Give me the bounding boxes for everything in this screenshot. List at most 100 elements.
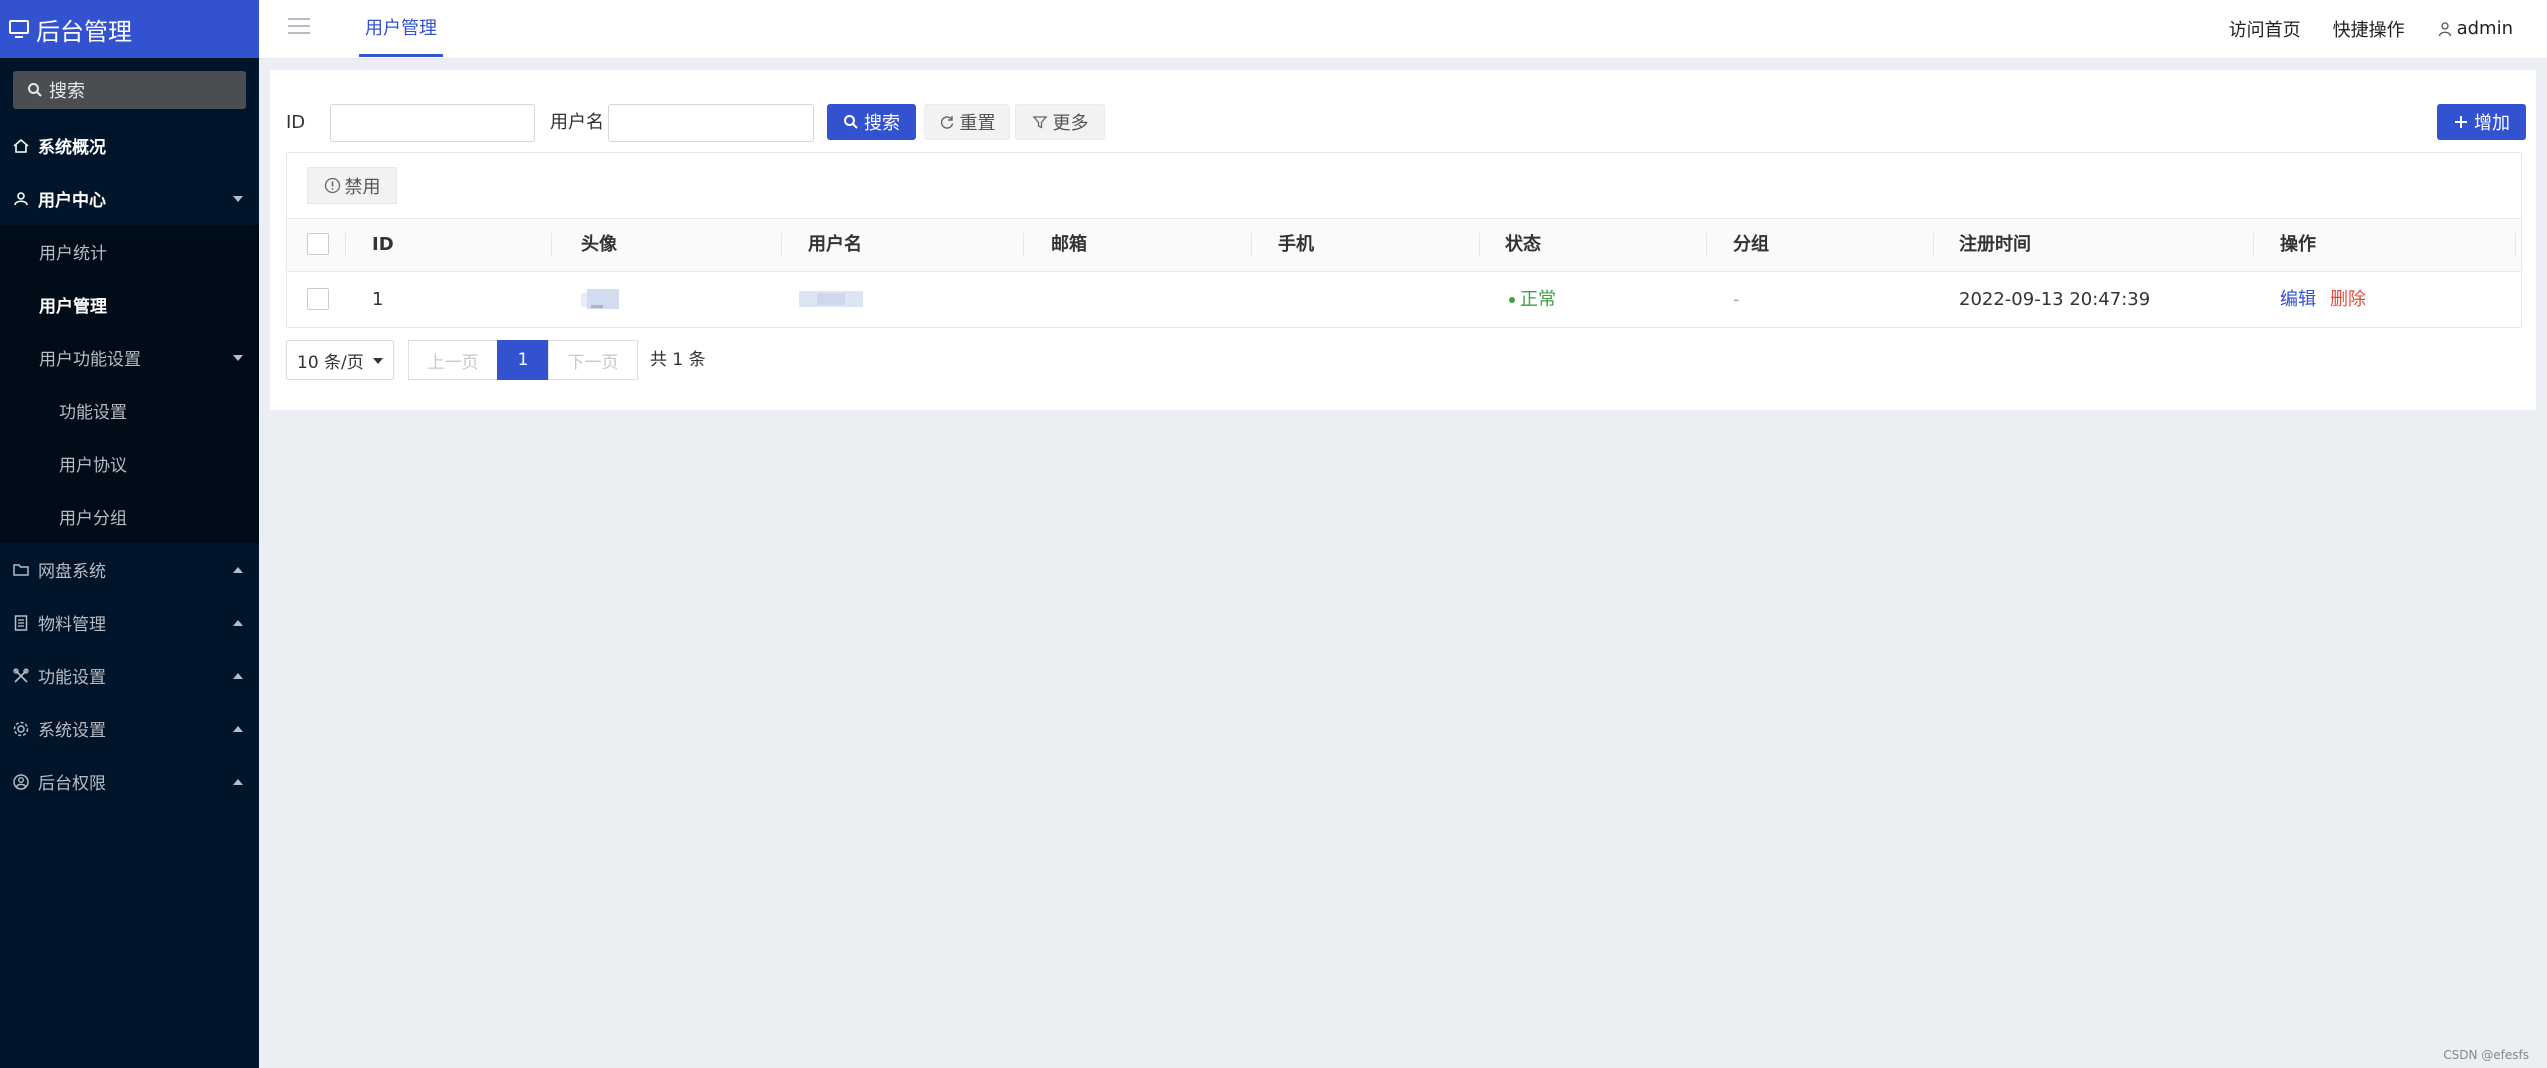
sidebar-item-system-settings[interactable]: 系统设置 bbox=[0, 702, 259, 755]
cell-group: - bbox=[1733, 289, 1740, 310]
chevron-up-icon bbox=[233, 566, 243, 573]
column-header-username: 用户名 bbox=[808, 234, 862, 255]
cell-username-redacted bbox=[799, 291, 863, 307]
refresh-icon bbox=[940, 116, 953, 129]
brand-title: 后台管理 bbox=[36, 17, 132, 46]
row-checkbox[interactable] bbox=[307, 288, 329, 310]
sidebar-search[interactable]: 搜索 bbox=[13, 71, 246, 109]
user-circle-icon bbox=[13, 773, 29, 790]
user-menu[interactable]: admin bbox=[2437, 18, 2513, 39]
column-header-id[interactable]: ID bbox=[372, 219, 394, 271]
sidebar-item-label: 系统概况 bbox=[38, 138, 106, 158]
edit-link[interactable]: 编辑 bbox=[2280, 289, 2316, 310]
search-button-label: 搜索 bbox=[864, 113, 900, 134]
search-icon bbox=[844, 115, 858, 129]
sidebar-search-label: 搜索 bbox=[49, 81, 85, 102]
column-header-avatar: 头像 bbox=[581, 234, 617, 255]
sidebar-item-func-settings[interactable]: 功能设置 bbox=[0, 384, 259, 437]
sidebar-item-label: 网盘系统 bbox=[38, 562, 106, 582]
sidebar-item-user-center[interactable]: 用户中心 bbox=[0, 172, 259, 225]
add-button[interactable]: 增加 bbox=[2437, 104, 2526, 140]
search-button[interactable]: 搜索 bbox=[827, 104, 916, 140]
sidebar: 后台管理 搜索 系统概况 用户中心 用户统计 用户管理 用户功能设置 功能设置 … bbox=[0, 0, 259, 1068]
column-header-status: 状态 bbox=[1505, 234, 1541, 255]
ban-button-label: 禁用 bbox=[344, 176, 381, 198]
column-header-group: 分组 bbox=[1733, 234, 1769, 255]
more-button-label: 更多 bbox=[1052, 113, 1089, 134]
gear-icon bbox=[13, 721, 29, 736]
sidebar-item-admin-permissions[interactable]: 后台权限 bbox=[0, 755, 259, 808]
sidebar-item-user-func-settings[interactable]: 用户功能设置 bbox=[0, 331, 259, 384]
id-filter-label: ID bbox=[286, 112, 306, 133]
chevron-up-icon bbox=[233, 778, 243, 785]
username: admin bbox=[2456, 18, 2513, 39]
page-1-button[interactable]: 1 bbox=[497, 340, 549, 380]
tab-user-management[interactable]: 用户管理 bbox=[359, 0, 443, 57]
visit-home-link[interactable]: 访问首页 bbox=[2229, 16, 2301, 42]
total-count: 共 1 条 bbox=[650, 350, 706, 370]
chevron-down-icon bbox=[233, 354, 243, 361]
table-header: ID 头像 用户名 邮箱 手机 状态 分组 注册时间 操作 bbox=[287, 218, 2521, 272]
sidebar-item-user-group[interactable]: 用户分组 bbox=[0, 490, 259, 543]
sidebar-item-label: 后台权限 bbox=[38, 774, 106, 794]
plus-icon bbox=[2455, 116, 2467, 128]
add-button-label: 增加 bbox=[2474, 113, 2510, 134]
user-icon bbox=[2438, 21, 2451, 36]
select-all-checkbox[interactable] bbox=[307, 233, 329, 255]
topbar: 用户管理 访问首页 快捷操作 admin bbox=[259, 0, 2547, 59]
folder-icon bbox=[13, 563, 29, 576]
sidebar-item-user-stats[interactable]: 用户统计 bbox=[0, 225, 259, 278]
filter-icon bbox=[1032, 116, 1047, 129]
sidebar-item-label: 系统设置 bbox=[38, 721, 106, 741]
sidebar-item-cloud-disk[interactable]: 网盘系统 bbox=[0, 543, 259, 596]
sidebar-item-label: 用户管理 bbox=[39, 297, 107, 317]
column-header-actions: 操作 bbox=[2280, 234, 2316, 255]
cell-reg-time: 2022-09-13 20:47:39 bbox=[1959, 289, 2151, 310]
menu-toggle-icon[interactable] bbox=[288, 18, 310, 38]
page-size-value: 10 条/页 bbox=[297, 352, 364, 373]
main-card: ID 用户名 搜索 重置 更多 增加 禁用 ID 头像 用户名 邮箱 手机 状态… bbox=[270, 70, 2536, 410]
username-filter-label: 用户名 bbox=[550, 112, 604, 133]
sidebar-item-label: 用户协议 bbox=[59, 456, 127, 476]
search-icon bbox=[28, 83, 42, 97]
column-header-phone: 手机 bbox=[1278, 234, 1314, 255]
sidebar-item-user-agreement[interactable]: 用户协议 bbox=[0, 437, 259, 490]
quick-actions-link[interactable]: 快捷操作 bbox=[2333, 16, 2405, 42]
info-circle-icon bbox=[324, 177, 340, 194]
sidebar-item-features[interactable]: 功能设置 bbox=[0, 649, 259, 702]
cell-actions: 编辑 删除 bbox=[2280, 272, 2366, 327]
reset-button[interactable]: 重置 bbox=[924, 104, 1010, 140]
caret-down-icon bbox=[373, 358, 383, 364]
chevron-up-icon bbox=[233, 725, 243, 732]
status-text: 正常 bbox=[1520, 289, 1556, 310]
sidebar-item-label: 用户分组 bbox=[59, 509, 127, 529]
delete-link[interactable]: 删除 bbox=[2330, 289, 2366, 310]
user-center-submenu: 用户统计 用户管理 用户功能设置 功能设置 用户协议 用户分组 bbox=[0, 225, 259, 543]
next-page-button[interactable]: 下一页 bbox=[548, 340, 638, 380]
id-filter-input[interactable] bbox=[330, 104, 535, 142]
status-dot bbox=[1509, 297, 1515, 303]
ban-button[interactable]: 禁用 bbox=[307, 167, 397, 204]
sidebar-item-label: 功能设置 bbox=[59, 403, 127, 423]
reset-button-label: 重置 bbox=[959, 113, 996, 134]
page-size-select[interactable]: 10 条/页 bbox=[286, 340, 394, 380]
sidebar-item-user-manage[interactable]: 用户管理 bbox=[0, 278, 259, 331]
cell-id: 1 bbox=[372, 289, 384, 310]
document-icon bbox=[14, 614, 28, 631]
column-header-email: 邮箱 bbox=[1051, 234, 1087, 255]
avatar bbox=[577, 287, 623, 313]
tools-icon bbox=[13, 667, 29, 683]
more-button[interactable]: 更多 bbox=[1015, 104, 1105, 140]
topbar-actions: 访问首页 快捷操作 admin bbox=[2229, 0, 2513, 57]
prev-page-button[interactable]: 上一页 bbox=[408, 340, 498, 380]
sidebar-item-label: 功能设置 bbox=[38, 668, 106, 688]
table-row: 1 正常 - 2022-09-13 20:47:39 编辑 删除 bbox=[287, 272, 2521, 328]
column-header-reg-time[interactable]: 注册时间 bbox=[1959, 219, 2031, 271]
watermark: CSDN @efesfs bbox=[2443, 1048, 2529, 1062]
sidebar-item-materials[interactable]: 物料管理 bbox=[0, 596, 259, 649]
sidebar-item-label: 用户中心 bbox=[38, 191, 106, 211]
sidebar-item-overview[interactable]: 系统概况 bbox=[0, 119, 259, 172]
chevron-up-icon bbox=[233, 619, 243, 626]
home-icon bbox=[13, 138, 29, 153]
username-filter-input[interactable] bbox=[608, 104, 814, 142]
